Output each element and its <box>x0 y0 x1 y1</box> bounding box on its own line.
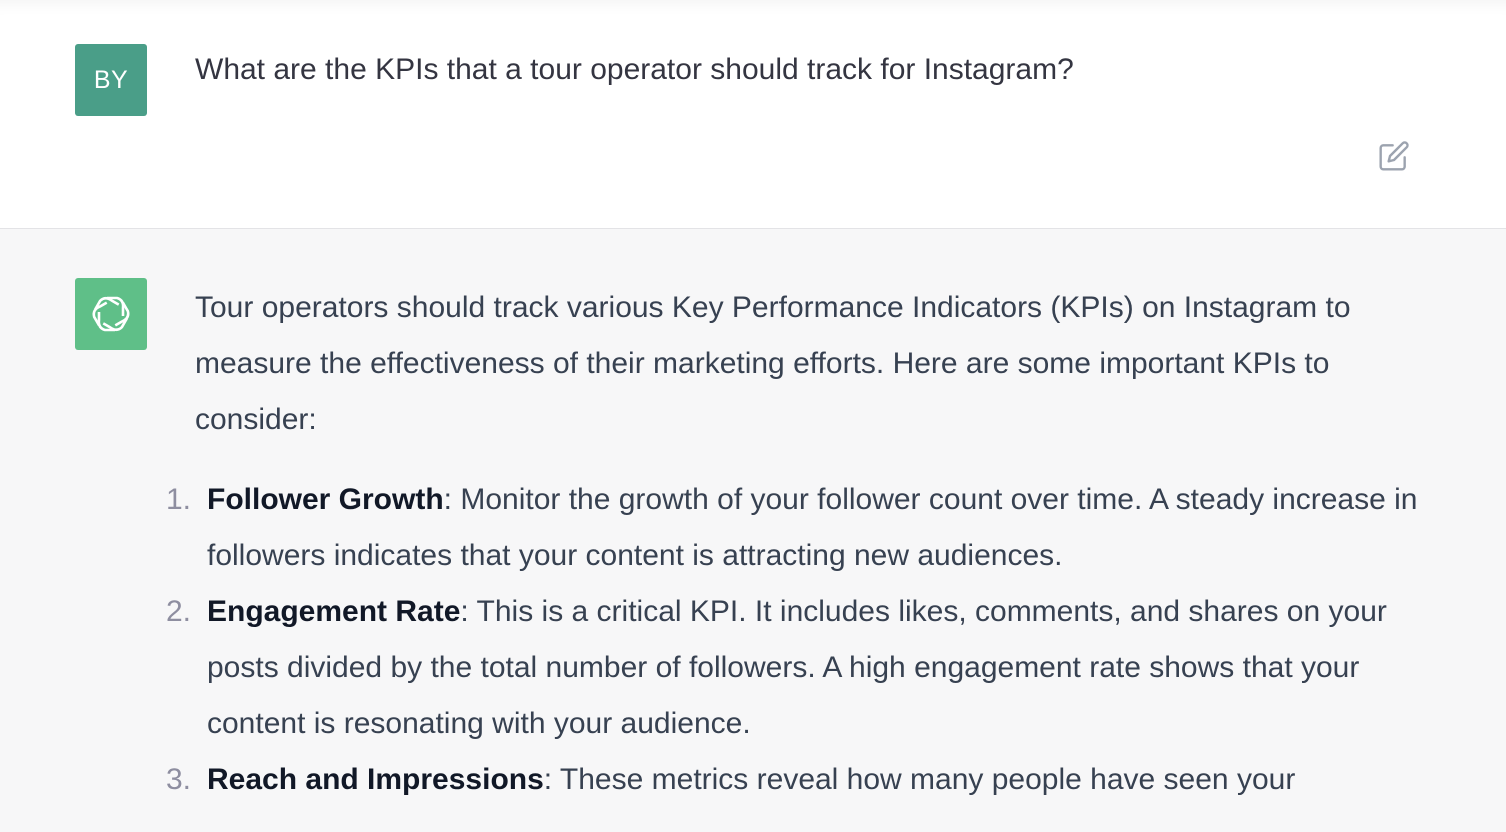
list-item-title: Follower Growth <box>207 483 444 516</box>
user-avatar: BY <box>75 44 147 116</box>
list-item-number: 1. <box>165 483 191 516</box>
list-item-number: 2. <box>165 595 191 628</box>
list-item: 1. Follower Growth: Monitor the growth of… <box>166 472 1435 584</box>
user-message-text: What are the KPIs that a tour operator s… <box>195 53 1074 86</box>
openai-logo-icon <box>92 296 130 332</box>
list-item-title: Engagement Rate <box>207 595 461 628</box>
assistant-intro: Tour operators should track various Key … <box>195 291 1351 436</box>
user-avatar-initials: BY <box>93 65 129 94</box>
edit-message-button[interactable] <box>1376 138 1412 174</box>
edit-icon <box>1379 141 1409 171</box>
assistant-message-body: Tour operators should track various Key … <box>166 280 1435 808</box>
user-message: BY What are the KPIs that a tour operato… <box>0 0 1506 229</box>
kpi-list: 1. Follower Growth: Monitor the growth of… <box>166 472 1435 808</box>
list-item-title: Reach and Impressions <box>207 763 544 796</box>
list-item-number: 3. <box>165 763 191 796</box>
list-item: 3. Reach and Impressions: These metrics r… <box>166 752 1435 808</box>
assistant-avatar <box>75 278 147 350</box>
list-item: 2. Engagement Rate: This is a critical KP… <box>166 584 1435 752</box>
list-item-text: : These metrics reveal how many people h… <box>543 763 1296 796</box>
assistant-message: Tour operators should track various Key … <box>0 229 1506 832</box>
